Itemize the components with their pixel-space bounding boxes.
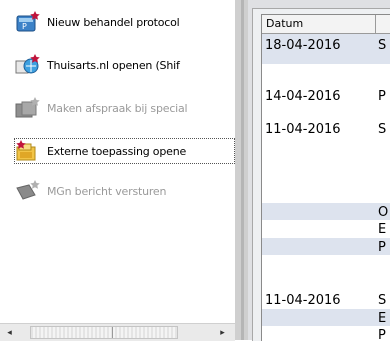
scroll-left-icon[interactable]: ◂: [2, 325, 17, 340]
cell-text: S: [378, 293, 387, 308]
cell-text: S: [378, 38, 387, 53]
cell-date: 18-04-2016: [265, 38, 341, 53]
action-make-specialist-appointment[interactable]: Maken afspraak bij special: [14, 95, 235, 121]
column-header-datum[interactable]: Datum: [266, 17, 303, 30]
cell-text: P: [378, 328, 386, 341]
cell-text: E: [378, 222, 387, 237]
action-open-thuisarts[interactable]: Thuisarts.nl openen (Shif: [14, 52, 235, 78]
protocol-star-icon: P: [14, 10, 44, 34]
action-new-treatment-protocol[interactable]: P Nieuw behandel protocol: [14, 9, 235, 35]
splitter-line: [241, 0, 244, 340]
table-row[interactable]: O: [262, 203, 390, 220]
action-pane: P Nieuw behandel protocol Thuisarts.nl o…: [0, 0, 235, 341]
action-label: Externe toepassing opene: [47, 144, 187, 158]
cell-date: 14-04-2016: [265, 89, 341, 104]
table-row[interactable]: 11-04-2016 S: [262, 289, 390, 309]
svg-text:P: P: [22, 22, 27, 31]
cell-date: 11-04-2016: [265, 293, 341, 308]
action-label: Maken afspraak bij special: [47, 101, 188, 115]
table-row[interactable]: E: [262, 309, 390, 326]
action-label: MGn bericht versturen: [47, 184, 167, 198]
scrollbar-grip: [112, 327, 113, 338]
table-row[interactable]: P: [262, 238, 390, 255]
action-label: Thuisarts.nl openen (Shif: [47, 58, 180, 72]
external-app-star-icon: [14, 139, 44, 163]
scrollbar-thumb[interactable]: [30, 326, 178, 339]
cell-text: E: [378, 311, 387, 326]
appointment-star-icon: [14, 96, 44, 120]
scroll-right-icon[interactable]: ▸: [215, 325, 230, 340]
table-row[interactable]: P: [262, 326, 390, 341]
cell-date: 11-04-2016: [265, 122, 341, 137]
message-star-icon: [14, 179, 44, 203]
thuisarts-star-icon: [14, 53, 44, 77]
table-row[interactable]: 11-04-2016 S: [262, 118, 390, 142]
table-row[interactable]: 18-04-2016 S: [262, 34, 390, 64]
action-send-mgn-message[interactable]: MGn bericht versturen: [14, 178, 235, 204]
table-row[interactable]: 14-04-2016 P: [262, 85, 390, 109]
table-row[interactable]: E: [262, 220, 390, 238]
horizontal-scrollbar[interactable]: ◂ ▸: [0, 323, 235, 341]
cell-text: P: [378, 240, 386, 255]
cell-text: P: [378, 89, 386, 104]
action-open-external-application[interactable]: Externe toepassing opene: [14, 138, 235, 164]
cell-text: S: [378, 122, 387, 137]
grid-header: Datum: [262, 15, 390, 34]
journal-grid: Datum 18-04-2016 S 14-04-2016 P 11-04-20…: [261, 14, 390, 341]
cell-text: O: [378, 205, 389, 220]
column-separator[interactable]: [375, 15, 376, 33]
action-label: Nieuw behandel protocol: [47, 15, 180, 29]
